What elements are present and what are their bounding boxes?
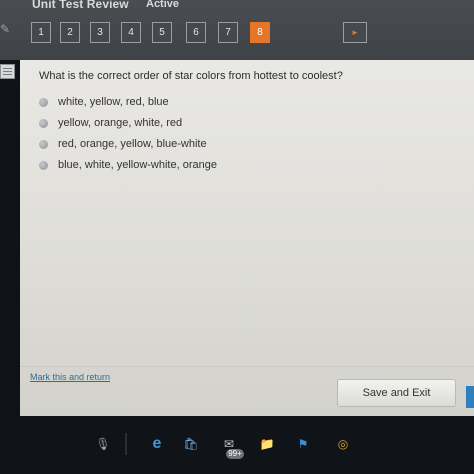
choice-label: yellow, orange, white, red: [58, 117, 183, 129]
calculator-icon[interactable]: [0, 64, 15, 79]
chevron-right-icon: ►: [351, 28, 359, 37]
radio-button[interactable]: [39, 119, 48, 128]
choice-label: white, yellow, red, blue: [58, 96, 169, 108]
save-and-exit-button[interactable]: Save and Exit: [337, 379, 456, 407]
chrome-icon[interactable]: ◎: [332, 433, 354, 455]
status-label: Active: [146, 0, 180, 10]
choice-label: red, orange, yellow, blue-white: [58, 138, 207, 150]
radio-button[interactable]: [39, 98, 48, 107]
choice-label: blue, white, yellow-white, orange: [58, 159, 217, 171]
question-6-button[interactable]: 6: [186, 22, 206, 43]
question-2-button[interactable]: 2: [60, 22, 80, 43]
folder-icon[interactable]: 📁: [256, 433, 278, 455]
radio-button[interactable]: [39, 161, 48, 170]
question-1-button[interactable]: 1: [31, 22, 51, 43]
edge-icon[interactable]: e: [146, 433, 168, 455]
pencil-icon[interactable]: ✎: [0, 22, 14, 36]
page-title: Unit Test Review: [32, 0, 129, 11]
mail-badge: 99+: [226, 449, 244, 459]
store-icon[interactable]: 🛍: [180, 433, 202, 455]
radio-button[interactable]: [39, 140, 48, 149]
next-button-edge[interactable]: [466, 386, 474, 408]
flag-icon[interactable]: ⚑: [292, 433, 314, 455]
next-question-button[interactable]: ►: [343, 22, 367, 43]
question-3-button[interactable]: 3: [90, 22, 110, 43]
question-8-button[interactable]: 8: [250, 22, 270, 43]
divider: [20, 366, 474, 367]
question-text: What is the correct order of star colors…: [39, 70, 343, 82]
taskbar-divider: [125, 433, 127, 455]
mark-and-return-link[interactable]: Mark this and return: [30, 372, 110, 382]
microphone-icon[interactable]: 🎙: [92, 433, 114, 455]
question-7-button[interactable]: 7: [218, 22, 238, 43]
question-panel: [20, 60, 474, 416]
question-4-button[interactable]: 4: [121, 22, 141, 43]
question-5-button[interactable]: 5: [152, 22, 172, 43]
